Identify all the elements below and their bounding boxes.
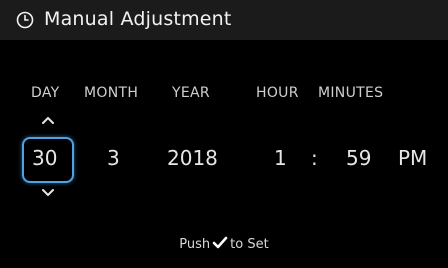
chevron-up-icon[interactable] bbox=[41, 116, 55, 124]
clock-icon bbox=[16, 11, 34, 29]
label-day: DAY bbox=[31, 85, 60, 101]
hour-value[interactable]: 1 bbox=[274, 146, 287, 170]
ampm-value[interactable]: PM bbox=[398, 146, 427, 170]
month-value[interactable]: 3 bbox=[107, 146, 120, 170]
minutes-value[interactable]: 59 bbox=[346, 146, 371, 170]
year-value[interactable]: 2018 bbox=[167, 146, 218, 170]
label-month: MONTH bbox=[84, 85, 139, 101]
label-hour: HOUR bbox=[256, 85, 299, 101]
footer-suffix: to Set bbox=[230, 237, 269, 252]
header-bar: Manual Adjustment bbox=[0, 0, 448, 40]
page-title: Manual Adjustment bbox=[44, 8, 232, 30]
checkmark-icon bbox=[212, 236, 228, 249]
label-minutes: MINUTES bbox=[318, 85, 384, 101]
day-value[interactable]: 30 bbox=[32, 146, 57, 170]
time-separator: : bbox=[311, 146, 318, 170]
footer-hint: Push to Set bbox=[0, 236, 448, 252]
footer-prefix: Push bbox=[179, 237, 211, 252]
chevron-down-icon[interactable] bbox=[41, 189, 55, 197]
label-year: YEAR bbox=[172, 85, 210, 101]
